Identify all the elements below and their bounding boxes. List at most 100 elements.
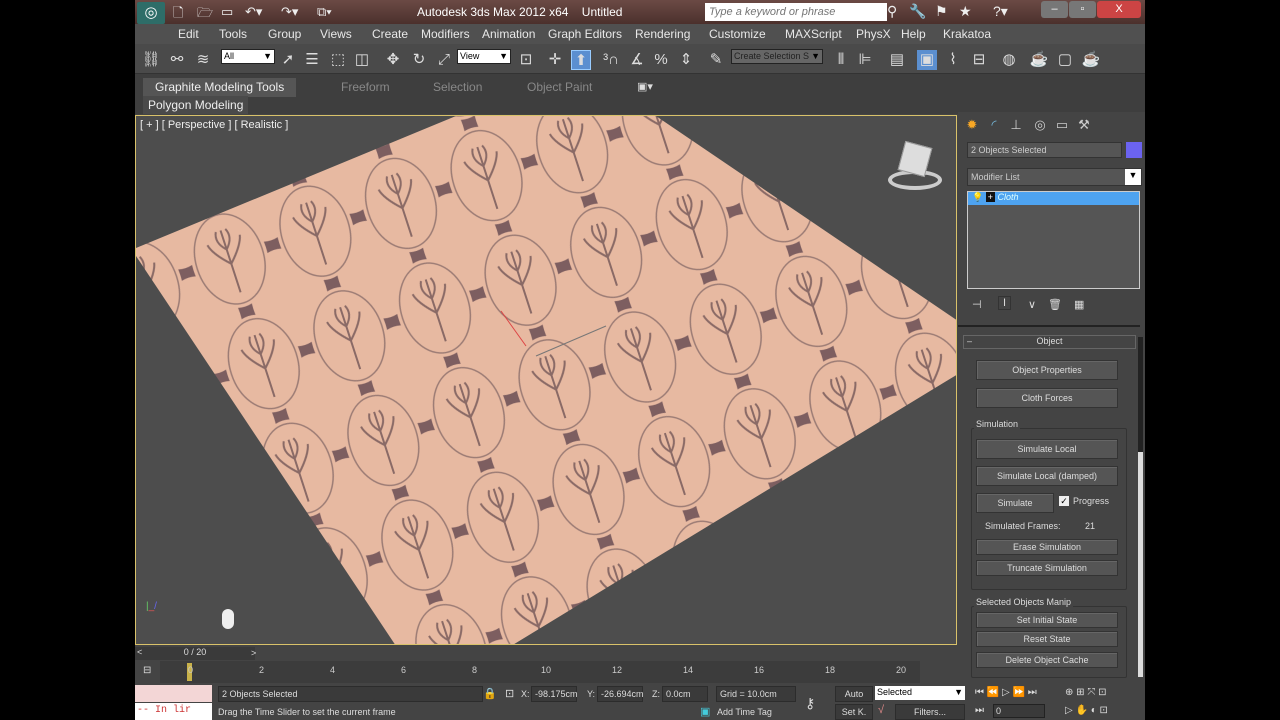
render-setup-icon[interactable]: ☕ xyxy=(1029,50,1049,70)
time-slider-next[interactable]: > xyxy=(251,648,256,658)
motion-tab-icon[interactable]: ◎ xyxy=(1030,117,1050,135)
set-initial-state-button[interactable]: Set Initial State xyxy=(976,612,1118,628)
simulate-local-damped-button[interactable]: Simulate Local (damped) xyxy=(976,466,1118,486)
project-folder-icon[interactable]: ⧉▾ xyxy=(317,4,332,20)
ribbon-options-icon[interactable]: ▣▾ xyxy=(637,80,653,93)
x-coordinate-field[interactable]: -98.175cm xyxy=(531,686,578,702)
menu-tools[interactable]: Tools xyxy=(219,27,247,41)
maxscript-listener-input[interactable] xyxy=(135,685,212,702)
simulate-button[interactable]: Simulate xyxy=(976,493,1054,513)
make-unique-icon[interactable]: ∨ xyxy=(1028,298,1036,311)
time-slider[interactable]: <0 / 20 xyxy=(135,647,255,660)
tab-freeform[interactable]: Freeform xyxy=(329,78,402,97)
hierarchy-tab-icon[interactable]: ⊥ xyxy=(1006,117,1026,135)
angle-snap-icon[interactable]: ∡ xyxy=(627,50,647,70)
unlink-icon[interactable]: ⚯ xyxy=(167,50,187,70)
menu-create[interactable]: Create xyxy=(372,27,408,41)
rendered-frame-window-icon[interactable]: ▢ xyxy=(1055,50,1075,70)
tab-selection[interactable]: Selection xyxy=(421,78,494,97)
progress-checkbox[interactable]: ✓ xyxy=(1059,496,1069,506)
command-panel-scrollbar[interactable] xyxy=(1138,337,1143,677)
modifier-list-dropdown[interactable]: Modifier List ▼ xyxy=(967,168,1142,186)
edit-named-selection-icon[interactable]: ✎ xyxy=(706,50,726,70)
absolute-mode-icon[interactable]: ⊡ xyxy=(505,687,514,700)
minimize-button[interactable]: – xyxy=(1041,1,1068,18)
select-object-icon[interactable]: ➚ xyxy=(278,50,298,70)
create-tab-icon[interactable]: ✹ xyxy=(962,117,982,135)
menu-group[interactable]: Group xyxy=(268,27,301,41)
snaps-toggle-icon[interactable]: ³∩ xyxy=(601,50,621,70)
link-icon[interactable]: ⛓ xyxy=(141,50,161,70)
lightbulb-icon[interactable]: 💡 xyxy=(972,192,983,202)
playback-controls[interactable]: ⏮ ⏪ ▷ ⏩ ⏭ xyxy=(975,687,1037,698)
wrench-icon[interactable]: 🔧 xyxy=(909,3,926,20)
set-key-icon[interactable]: ⚷ xyxy=(805,695,815,712)
help-icon[interactable]: ?▾ xyxy=(993,3,1008,20)
window-crossing-icon[interactable]: ◫ xyxy=(352,50,372,70)
rotate-icon[interactable]: ↻ xyxy=(409,50,429,70)
stack-item-cloth[interactable]: 💡 + Cloth xyxy=(968,192,1139,205)
communication-icon[interactable]: ⚑ xyxy=(935,3,948,20)
reference-coordinate-dropdown[interactable]: View ▼ xyxy=(457,49,511,64)
expand-icon[interactable]: + xyxy=(985,192,995,202)
move-icon[interactable]: ✥ xyxy=(383,50,403,70)
display-tab-icon[interactable]: ▭ xyxy=(1052,117,1072,135)
render-production-icon[interactable]: ☕ xyxy=(1081,50,1101,70)
reset-state-button[interactable]: Reset State xyxy=(976,631,1118,647)
menu-krakatoa[interactable]: Krakatoa xyxy=(943,27,991,41)
y-coordinate-field[interactable]: -26.694cm xyxy=(597,686,644,702)
menu-rendering[interactable]: Rendering xyxy=(635,27,690,41)
current-frame-field[interactable]: 0 xyxy=(993,704,1045,718)
select-by-name-icon[interactable]: ☰ xyxy=(302,50,322,70)
select-manipulate-icon[interactable]: ✛ xyxy=(545,50,565,70)
menu-help[interactable]: Help xyxy=(901,27,926,41)
set-key-button[interactable]: Set K. xyxy=(835,704,873,720)
key-mode-curve-icon[interactable]: √ xyxy=(878,704,884,716)
menu-maxscript[interactable]: MAXScript xyxy=(785,27,842,41)
tab-object-paint[interactable]: Object Paint xyxy=(515,78,604,97)
bind-space-warp-icon[interactable]: ≋ xyxy=(193,50,213,70)
simulate-local-button[interactable]: Simulate Local xyxy=(976,439,1118,459)
spinner-snap-icon[interactable]: ⇕ xyxy=(676,50,696,70)
show-end-result-icon[interactable]: I xyxy=(998,296,1012,310)
object-properties-button[interactable]: Object Properties xyxy=(976,360,1118,380)
menu-edit[interactable]: Edit xyxy=(178,27,199,41)
key-filter-dropdown[interactable]: Selected ▼ xyxy=(875,686,965,700)
viewport-label[interactable]: [ + ] [ Perspective ] [ Realistic ] xyxy=(140,119,288,131)
viewport-nav-icons-top[interactable]: ⊕ ⊞ ⤧ ⊡ xyxy=(1065,687,1106,698)
selection-lock-icon[interactable]: 🔒 xyxy=(483,687,497,700)
remove-modifier-icon[interactable]: 🗑 xyxy=(1048,298,1062,311)
named-selection-dropdown[interactable]: Create Selection S ▼ xyxy=(731,49,823,64)
curve-editor-icon[interactable]: ⌇ xyxy=(943,50,963,70)
panel-polygon-modeling[interactable]: Polygon Modeling xyxy=(143,96,249,114)
material-editor-icon[interactable]: ◍ xyxy=(999,50,1019,70)
save-icon[interactable]: ▭ xyxy=(221,4,233,20)
scale-icon[interactable]: ⤢ xyxy=(434,50,454,70)
keyboard-shortcut-override-icon[interactable]: ⬆ xyxy=(571,50,591,70)
menu-animation[interactable]: Animation xyxy=(482,27,535,41)
key-filters-button[interactable]: Filters... xyxy=(895,704,965,720)
schematic-view-icon[interactable]: ⊟ xyxy=(969,50,989,70)
z-coordinate-field[interactable]: 0.0cm xyxy=(662,686,708,702)
pin-stack-icon[interactable]: ⊣ xyxy=(972,298,982,311)
close-button[interactable]: X xyxy=(1097,1,1141,18)
layer-manager-icon[interactable]: ▤ xyxy=(887,50,907,70)
selection-filter-dropdown[interactable]: All ▼ xyxy=(221,49,275,64)
perspective-viewport[interactable]: [ + ] [ Perspective ] [ Realistic ] |_/ xyxy=(135,115,957,645)
truncate-simulation-button[interactable]: Truncate Simulation xyxy=(976,560,1118,576)
utilities-tab-icon[interactable]: ⚒ xyxy=(1074,117,1094,135)
cloth-object[interactable] xyxy=(136,116,957,645)
modify-tab-icon[interactable]: ◜ xyxy=(984,117,1004,135)
app-menu-button[interactable]: ◎ xyxy=(137,2,165,24)
configure-modifier-sets-icon[interactable]: ▦ xyxy=(1074,298,1084,311)
graphite-toggle-icon[interactable]: ▣ xyxy=(917,50,937,70)
mirror-icon[interactable]: ⫴ xyxy=(831,50,851,70)
menu-modifiers[interactable]: Modifiers xyxy=(421,27,470,41)
mini-curve-editor-icon[interactable]: ⊟ xyxy=(143,665,151,676)
viewcube[interactable] xyxy=(888,140,942,190)
rectangular-selection-icon[interactable]: ⬚ xyxy=(328,50,348,70)
pivot-center-icon[interactable]: ⊡ xyxy=(516,50,536,70)
cloth-forces-button[interactable]: Cloth Forces xyxy=(976,388,1118,408)
menu-graph-editors[interactable]: Graph Editors xyxy=(548,27,622,41)
open-file-icon[interactable]: 🗁 xyxy=(197,4,213,26)
